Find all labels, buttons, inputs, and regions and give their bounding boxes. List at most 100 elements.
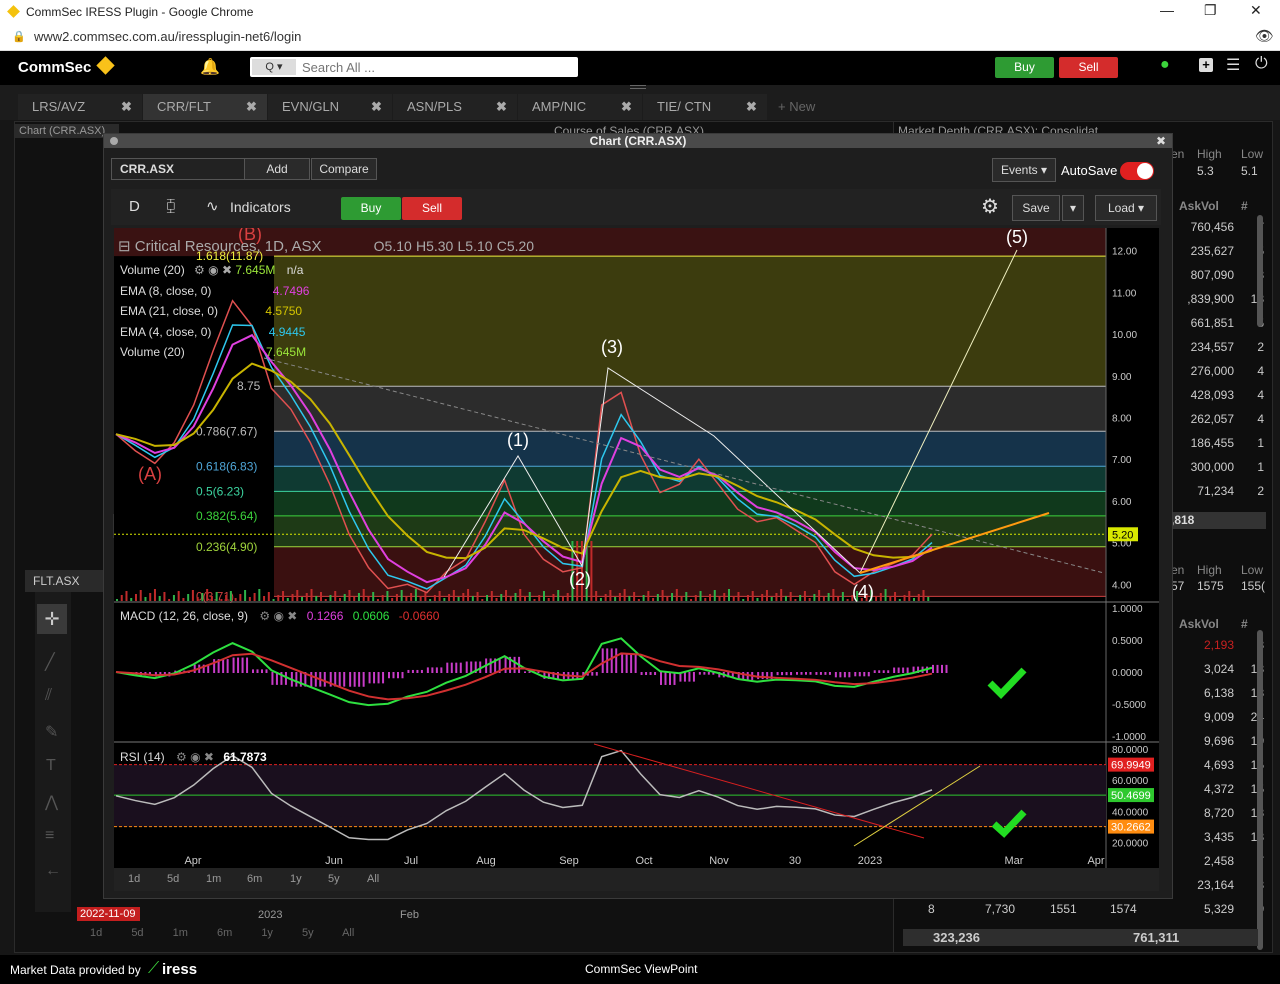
- close-icon[interactable]: ✕: [1250, 2, 1262, 19]
- text-tool-icon[interactable]: T: [46, 757, 56, 775]
- channel-tool-icon[interactable]: ⫽: [45, 687, 52, 705]
- indicators-icon[interactable]: ∿: [206, 197, 219, 215]
- close-tab-icon[interactable]: ✖: [246, 94, 257, 120]
- volume-bar: [263, 596, 266, 601]
- ask-volume-cell: 9,696: [1203, 734, 1234, 748]
- volume-bar: [841, 592, 844, 601]
- ask-volume-cell: 3,024: [1203, 662, 1234, 676]
- range-1d[interactable]: 1d: [128, 873, 140, 885]
- line-tool-icon[interactable]: ╱: [45, 652, 55, 672]
- volume-bar: [694, 595, 697, 601]
- iress-logo-text: iress: [162, 961, 198, 978]
- volume-bar: [329, 595, 332, 601]
- tab-amp-nic[interactable]: AMP/NIC ✖: [518, 94, 642, 120]
- drag-handle-icon[interactable]: [630, 85, 646, 89]
- close-tab-icon[interactable]: ✖: [121, 94, 132, 120]
- add-icon[interactable]: +: [1199, 58, 1213, 72]
- power-icon[interactable]: ⏻: [1255, 55, 1268, 73]
- load-dropdown[interactable]: Load ▾: [1095, 195, 1157, 221]
- menu-icon[interactable]: ☰: [1226, 55, 1240, 75]
- range-1y[interactable]: 1y: [261, 927, 273, 939]
- col-header: High: [1197, 147, 1222, 161]
- period-button[interactable]: D: [129, 198, 140, 215]
- volume-bar: [751, 591, 754, 601]
- legend-value: 7.645M: [266, 345, 307, 359]
- tab-tie-ctn[interactable]: TIE/ CTN ✖: [643, 94, 767, 120]
- chart-sell-button[interactable]: Sell: [402, 197, 462, 220]
- macd-histogram-bar: [688, 672, 691, 682]
- bell-icon[interactable]: 🔔: [200, 57, 220, 77]
- search-scope-button[interactable]: Q ▾: [252, 59, 296, 75]
- scrollbar[interactable]: [1257, 215, 1263, 327]
- range-buttons[interactable]: 1d 5d 1m 6m 1y 5y All: [90, 927, 354, 939]
- lightbulb-icon[interactable]: ●: [1160, 56, 1170, 74]
- save-dropdown-icon[interactable]: ▾: [1062, 195, 1084, 221]
- range-1y[interactable]: 1y: [290, 873, 302, 885]
- low-value: 5.1: [1241, 164, 1258, 178]
- legend-settings-icons[interactable]: ⚙ ◉ ✖: [259, 609, 297, 623]
- indicators-button[interactable]: Indicators: [230, 199, 291, 215]
- close-tab-icon[interactable]: ✖: [371, 94, 382, 120]
- symbol-input[interactable]: CRR.ASX: [111, 158, 249, 180]
- tab-lrs-avz[interactable]: LRS/AVZ ✖: [18, 94, 142, 120]
- candlestick-icon[interactable]: ⧮: [166, 197, 176, 214]
- address-bar[interactable]: 🔒 www2.commsec.com.au/iressplugin-net6/l…: [0, 24, 1280, 51]
- events-dropdown[interactable]: Events ▾: [992, 158, 1056, 182]
- sell-button[interactable]: Sell: [1059, 57, 1118, 78]
- range-1m[interactable]: 1m: [173, 927, 188, 939]
- tab-asn-pls[interactable]: ASN/PLS ✖: [393, 94, 517, 120]
- range-5y[interactable]: 5y: [328, 873, 340, 885]
- search-box[interactable]: Q ▾: [250, 57, 578, 77]
- tab-evn-gln[interactable]: EVN/GLN ✖: [268, 94, 392, 120]
- search-input[interactable]: [300, 58, 574, 76]
- volume-bar: [272, 599, 275, 601]
- restore-icon[interactable]: ❐: [1204, 2, 1217, 19]
- range-6m[interactable]: 6m: [217, 927, 232, 939]
- settings-gear-icon[interactable]: ⚙: [981, 194, 999, 219]
- crosshair-icon[interactable]: ✛: [37, 604, 67, 634]
- compare-button[interactable]: Compare: [311, 158, 377, 180]
- range-1d[interactable]: 1d: [90, 927, 102, 939]
- commsec-brand[interactable]: CommSec: [18, 56, 116, 76]
- fib-band: [274, 515, 1106, 547]
- new-tab-button[interactable]: + New: [778, 94, 838, 120]
- range-all[interactable]: All: [367, 873, 379, 885]
- chart-buy-button[interactable]: Buy: [341, 197, 401, 220]
- tab-crr-flt[interactable]: CRR/FLT ✖: [143, 94, 267, 120]
- collapse-icon[interactable]: ⊟: [118, 238, 131, 255]
- ask-volume-cell: 760,456: [1190, 220, 1234, 234]
- range-6m[interactable]: 6m: [247, 873, 262, 885]
- fib-tool-icon[interactable]: ≡: [45, 827, 54, 845]
- macd-histogram-bar: [513, 656, 516, 673]
- url-text[interactable]: www2.commsec.com.au/iressplugin-net6/log…: [34, 29, 301, 44]
- volume-bar: [476, 592, 479, 601]
- volume-bar: [225, 595, 228, 601]
- legend-settings-icons[interactable]: ⚙ ◉ ✖: [176, 750, 214, 764]
- macd-histogram-bar: [226, 659, 229, 673]
- close-tab-icon[interactable]: ✖: [621, 94, 632, 120]
- close-tab-icon[interactable]: ✖: [496, 94, 507, 120]
- range-all[interactable]: All: [342, 927, 354, 939]
- back-arrow-icon[interactable]: ←: [45, 862, 61, 880]
- pattern-tool-icon[interactable]: ⋀: [45, 792, 58, 812]
- volume-bar: [134, 594, 137, 601]
- volume-bar: [666, 597, 669, 601]
- chart-window-title[interactable]: Chart (CRR.ASX): [104, 134, 1172, 148]
- minimize-icon[interactable]: —: [1160, 2, 1174, 18]
- volume-bar: [557, 590, 560, 601]
- add-button[interactable]: Add: [244, 158, 310, 180]
- eye-icon[interactable]: 👁: [1255, 27, 1274, 45]
- autosave-toggle[interactable]: [1120, 162, 1154, 180]
- range-5y[interactable]: 5y: [302, 927, 314, 939]
- macd-histogram-bar: [595, 672, 598, 676]
- pen-tool-icon[interactable]: ✎: [45, 722, 58, 742]
- range-1m[interactable]: 1m: [206, 873, 221, 885]
- range-5d[interactable]: 5d: [131, 927, 143, 939]
- buy-button[interactable]: Buy: [995, 57, 1054, 78]
- save-button[interactable]: Save: [1012, 195, 1060, 221]
- legend-settings-icons[interactable]: ⚙ ◉ ✖: [194, 263, 232, 277]
- close-window-icon[interactable]: ✖: [1156, 134, 1166, 148]
- chart-plot-area[interactable]: 1.618(11.87) 0.786(7.67) 0.618(6.83) 0.5(6.…: [114, 228, 1159, 891]
- close-tab-icon[interactable]: ✖: [746, 94, 757, 120]
- range-5d[interactable]: 5d: [167, 873, 179, 885]
